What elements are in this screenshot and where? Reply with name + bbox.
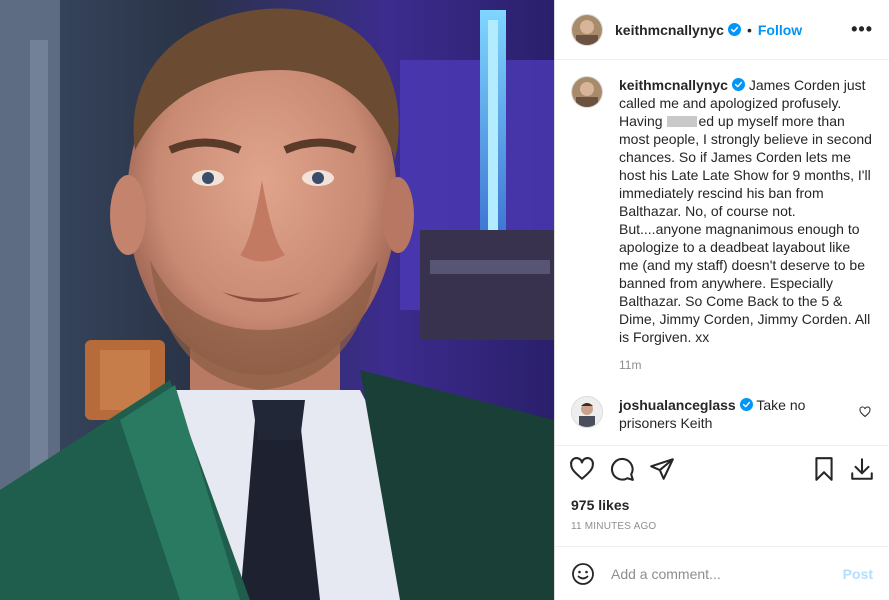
- verified-badge-icon: [727, 23, 741, 36]
- bookmark-icon[interactable]: [811, 456, 837, 482]
- share-icon[interactable]: [649, 456, 675, 482]
- post-header: keithmcnallynyc • Follow •••: [555, 0, 889, 60]
- verified-badge-icon: [739, 398, 753, 411]
- emoji-icon[interactable]: [571, 562, 595, 586]
- comments-section: keithmcnallynyc James Corden just called…: [555, 60, 889, 445]
- post-comment-button[interactable]: Post: [843, 566, 873, 582]
- post-sidebar: keithmcnallynyc • Follow ••• keithmcnall…: [554, 0, 889, 600]
- heart-icon[interactable]: [569, 456, 595, 482]
- comment-text: joshualanceglass Take no prisoners Keith: [619, 396, 873, 432]
- instagram-post: keithmcnallynyc • Follow ••• keithmcnall…: [0, 0, 889, 600]
- caption-username[interactable]: keithmcnallynyc: [619, 77, 728, 93]
- author-username[interactable]: keithmcnallynyc: [615, 22, 724, 38]
- caption-avatar[interactable]: [571, 76, 603, 108]
- comment-composer: Post: [555, 546, 889, 600]
- comment-like-heart-icon[interactable]: [859, 406, 871, 418]
- post-timestamp[interactable]: 11 MINUTES AGO: [555, 513, 889, 546]
- post-photo[interactable]: [0, 0, 554, 600]
- action-bar-right: [799, 456, 875, 482]
- caption-time: 11m: [619, 358, 642, 372]
- commenter-avatar[interactable]: [571, 396, 603, 428]
- commenter-username[interactable]: joshualanceglass: [619, 397, 736, 413]
- author-avatar[interactable]: [571, 13, 603, 46]
- post-image: [0, 0, 554, 600]
- caption-body-end: ed up myself more than most people, I st…: [619, 113, 872, 345]
- download-icon[interactable]: [849, 456, 875, 482]
- action-bar: [555, 445, 889, 491]
- caption-text: keithmcnallynyc James Corden just called…: [619, 76, 873, 374]
- caption: keithmcnallynyc James Corden just called…: [571, 76, 873, 374]
- comment-icon[interactable]: [609, 456, 635, 482]
- redaction-mark: [667, 116, 698, 127]
- comment-item: joshualanceglass Take no prisoners Keith: [571, 396, 873, 432]
- comment-input[interactable]: [609, 564, 843, 583]
- more-options-button[interactable]: •••: [851, 19, 873, 40]
- like-count[interactable]: 975 likes: [555, 491, 889, 513]
- follow-button[interactable]: Follow: [758, 22, 802, 38]
- separator-dot: •: [746, 21, 752, 38]
- verified-badge-icon: [731, 78, 745, 91]
